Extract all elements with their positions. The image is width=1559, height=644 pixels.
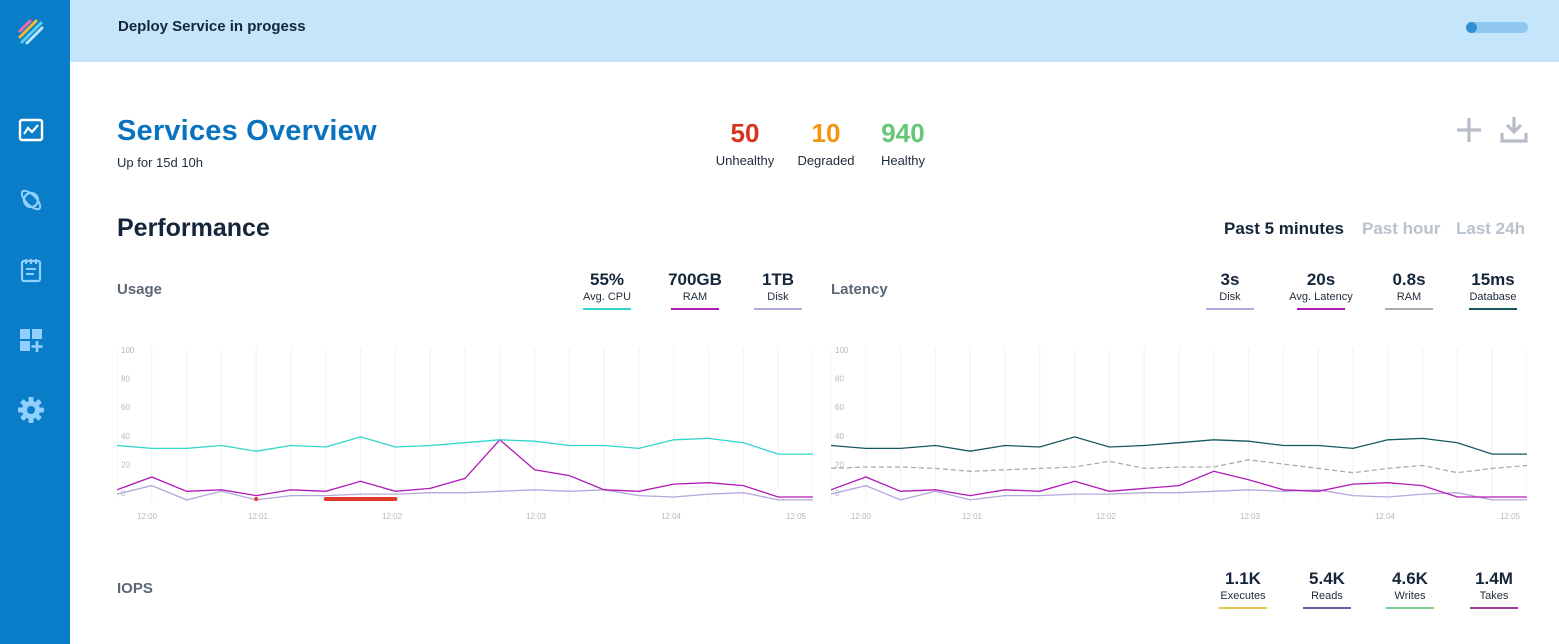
- metric-label: RAM: [1396, 291, 1422, 303]
- metric-underline: [1470, 607, 1518, 609]
- x-tick-label: 12:00: [137, 512, 158, 521]
- metric-label: Disk: [767, 291, 789, 303]
- unhealthy-stat: 50 Unhealthy: [700, 117, 790, 168]
- x-tick-label: 12:05: [1500, 512, 1521, 521]
- metric-underline: [1303, 607, 1351, 609]
- iops-label: IOPS: [117, 580, 153, 597]
- metric-value: 55%: [589, 270, 625, 289]
- event-marker: [254, 497, 259, 501]
- metric-label: Executes: [1220, 590, 1266, 602]
- metric-label: Writes: [1394, 590, 1426, 602]
- range-past-5-minutes[interactable]: Past 5 minutes: [1224, 219, 1344, 239]
- metric-value: 1TB: [761, 270, 795, 289]
- deploy-progress-indicator: [1466, 22, 1477, 33]
- metric-underline: [1469, 308, 1517, 310]
- metric-underline: [671, 308, 719, 310]
- metric-label: Database: [1469, 291, 1517, 303]
- usage-metric-disk[interactable]: 1TB Disk: [738, 270, 818, 310]
- logo-icon[interactable]: [17, 18, 45, 46]
- x-tick-label: 12:05: [786, 512, 807, 521]
- x-tick-label: 12:03: [1240, 512, 1261, 521]
- healthy-label: Healthy: [880, 153, 926, 168]
- metric-value: 15ms: [1471, 270, 1515, 289]
- healthy-count: 940: [881, 118, 925, 148]
- x-tick-label: 12:02: [1096, 512, 1117, 521]
- chart-icon[interactable]: [17, 116, 45, 144]
- y-tick-label: 40: [121, 432, 130, 441]
- latency-metric-database[interactable]: 15ms Database: [1453, 270, 1533, 310]
- y-tick-label: 100: [121, 346, 135, 355]
- unhealthy-count: 50: [730, 118, 760, 148]
- unhealthy-label: Unhealthy: [715, 153, 775, 168]
- y-tick-label: 80: [121, 375, 130, 384]
- x-tick-label: 12:00: [851, 512, 872, 521]
- metric-label: Avg. CPU: [582, 291, 632, 303]
- metric-underline: [1386, 607, 1434, 609]
- y-tick-label: 80: [835, 375, 844, 384]
- metric-label: RAM: [682, 291, 708, 303]
- latency-label: Latency: [831, 281, 888, 298]
- metric-value: 1.1K: [1225, 569, 1261, 588]
- metric-underline: [1385, 308, 1433, 310]
- y-tick-label: 100: [835, 346, 849, 355]
- metric-value: 0.8s: [1392, 270, 1426, 289]
- x-tick-label: 12:01: [962, 512, 983, 521]
- y-tick-label: 40: [835, 432, 844, 441]
- metric-underline: [1206, 308, 1254, 310]
- latency-metric-ram[interactable]: 0.8s RAM: [1369, 270, 1449, 310]
- metric-value: 4.6K: [1392, 569, 1428, 588]
- x-tick-label: 12:03: [526, 512, 547, 521]
- iops-metric-executes[interactable]: 1.1K Executes: [1203, 569, 1283, 609]
- metric-underline: [583, 308, 631, 310]
- sidebar: [0, 0, 70, 644]
- y-tick-label: 60: [835, 403, 844, 412]
- metric-underline: [754, 308, 802, 310]
- metric-value: 5.4K: [1309, 569, 1345, 588]
- gear-icon[interactable]: [17, 396, 45, 424]
- usage-chart: 02040608010012:00 12:01 12:02 12:03 12:04 12:…: [117, 346, 813, 521]
- add-icon[interactable]: [1455, 116, 1483, 144]
- metric-value: 1.4M: [1475, 569, 1513, 588]
- metric-label: Avg. Latency: [1289, 291, 1353, 303]
- y-tick-label: 20: [121, 460, 130, 469]
- metric-label: Disk: [1219, 291, 1241, 303]
- x-tick-label: 12:04: [661, 512, 682, 521]
- range-past-hour[interactable]: Past hour: [1362, 219, 1440, 239]
- metric-value: 20s: [1306, 270, 1336, 289]
- iops-metric-writes[interactable]: 4.6K Writes: [1370, 569, 1450, 609]
- y-tick-label: 60: [121, 403, 130, 412]
- usage-label: Usage: [117, 281, 163, 298]
- metric-value: 700GB: [668, 270, 722, 289]
- latency-metric-disk[interactable]: 3s Disk: [1190, 270, 1270, 310]
- iops-metric-reads[interactable]: 5.4K Reads: [1287, 569, 1367, 609]
- usage-metric-cpu[interactable]: 55% Avg. CPU: [567, 270, 647, 310]
- planet-icon[interactable]: [17, 186, 45, 214]
- latency-chart: 02040608010012:00 12:01 12:02 12:03 12:04 12:…: [831, 346, 1527, 521]
- usage-metric-ram[interactable]: 700GB RAM: [655, 270, 735, 310]
- deploy-status-text: Deploy Service in progess: [118, 18, 306, 35]
- healthy-stat: 940 Healthy: [858, 117, 948, 168]
- uptime-text: Up for 15d 10h: [117, 155, 204, 170]
- notepad-icon[interactable]: [17, 256, 45, 284]
- x-tick-label: 12:01: [248, 512, 269, 521]
- page-title: Services Overview: [117, 115, 377, 147]
- add-widget-icon[interactable]: [17, 326, 45, 354]
- x-tick-label: 12:04: [1375, 512, 1396, 521]
- deploy-banner: Deploy Service in progess: [70, 0, 1559, 62]
- range-last-24h[interactable]: Last 24h: [1456, 219, 1525, 239]
- performance-title: Performance: [117, 214, 270, 242]
- download-icon[interactable]: [1500, 116, 1528, 144]
- latency-metric-avg[interactable]: 20s Avg. Latency: [1281, 270, 1361, 310]
- x-tick-label: 12:02: [382, 512, 403, 521]
- metric-value: 3s: [1220, 270, 1240, 289]
- metric-underline: [1219, 607, 1267, 609]
- metric-label: Reads: [1311, 590, 1343, 602]
- iops-metric-takes[interactable]: 1.4M Takes: [1454, 569, 1534, 609]
- deploy-progress-bar: [1466, 22, 1528, 33]
- metric-label: Takes: [1479, 590, 1509, 602]
- metric-underline: [1297, 308, 1345, 310]
